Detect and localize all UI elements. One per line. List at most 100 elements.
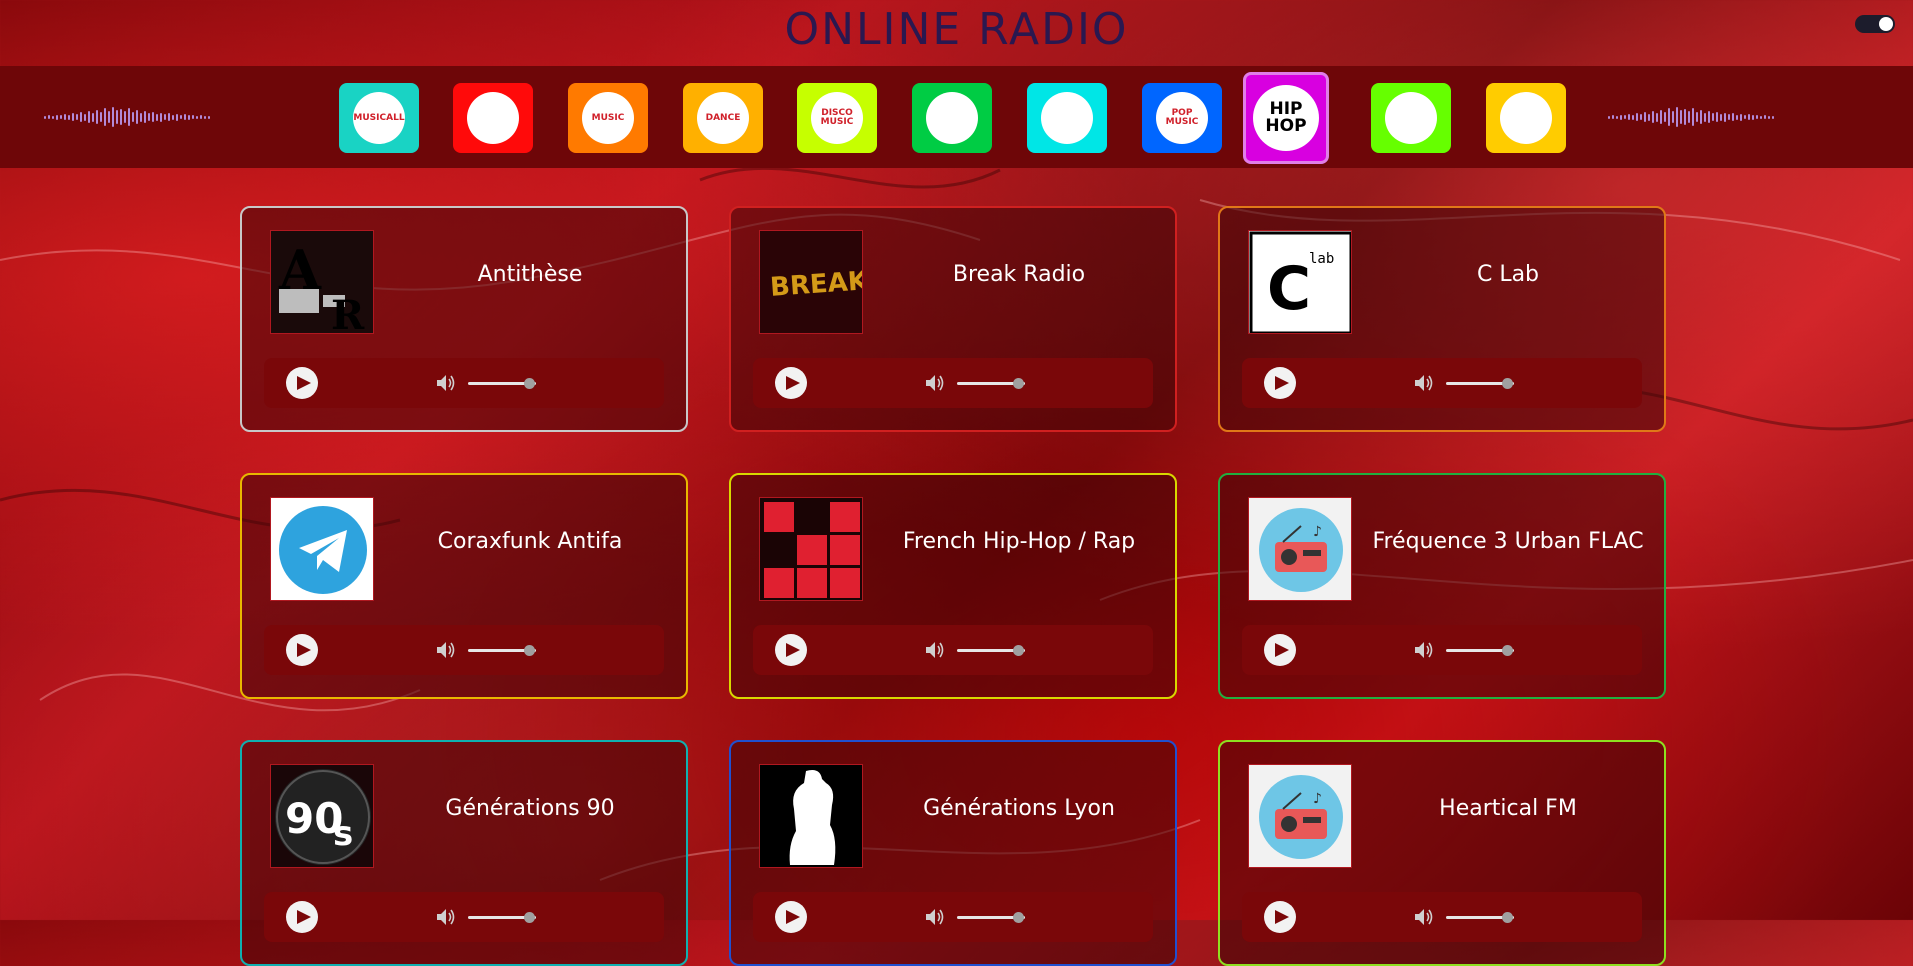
play-icon bbox=[785, 910, 800, 924]
volume-icon[interactable] bbox=[925, 908, 945, 926]
electro-logo-icon bbox=[926, 92, 978, 144]
hiphop-logo-icon: HIP HOP bbox=[1253, 85, 1319, 151]
volume-slider[interactable] bbox=[1446, 645, 1514, 656]
audio-player bbox=[753, 892, 1153, 942]
telegram-logo-icon bbox=[270, 497, 374, 601]
play-button[interactable] bbox=[775, 901, 807, 933]
volume-icon[interactable] bbox=[925, 374, 945, 392]
genre-tile-dance[interactable]: DANCE bbox=[683, 83, 763, 153]
volume-slider-thumb[interactable] bbox=[1012, 378, 1024, 389]
pop-logo-icon: POP MUSIC bbox=[1156, 92, 1208, 144]
play-icon bbox=[785, 643, 800, 657]
volume-slider-thumb[interactable] bbox=[1012, 912, 1024, 923]
audio-player bbox=[1242, 892, 1642, 942]
volume-slider-thumb[interactable] bbox=[1501, 645, 1513, 656]
disco-logo-icon: DISCO MUSIC bbox=[811, 92, 863, 144]
genre-tile-pop[interactable]: POP MUSIC bbox=[1142, 83, 1222, 153]
station-name: Fréquence 3 Urban FLAC bbox=[1372, 529, 1644, 554]
volume-icon[interactable] bbox=[436, 374, 456, 392]
volume-slider[interactable] bbox=[957, 645, 1025, 656]
audio-wave-icon bbox=[44, 105, 210, 129]
play-icon bbox=[1274, 643, 1289, 657]
volume-icon[interactable] bbox=[925, 641, 945, 659]
svg-text:BREAK: BREAK bbox=[769, 266, 863, 303]
clab-logo-icon: Clab bbox=[1248, 230, 1352, 334]
volume-slider-thumb[interactable] bbox=[523, 645, 535, 656]
volume-slider-thumb[interactable] bbox=[1501, 912, 1513, 923]
genre-tile-music[interactable]: MUSIC bbox=[568, 83, 648, 153]
station-name: Antithèse bbox=[477, 262, 583, 287]
play-button[interactable] bbox=[286, 901, 318, 933]
audio-player bbox=[264, 358, 664, 408]
station-card[interactable]: Clab C Lab bbox=[1218, 206, 1666, 432]
genre-tile-podcast[interactable] bbox=[1486, 83, 1566, 153]
music-logo-icon: MUSIC bbox=[582, 92, 634, 144]
station-card[interactable]: French Hip-Hop / Rap bbox=[729, 473, 1177, 699]
station-card[interactable]: A R Antithèse bbox=[240, 206, 688, 432]
volume-icon[interactable] bbox=[436, 641, 456, 659]
genre-tile-musicall[interactable]: MUSICALL bbox=[339, 83, 419, 153]
audio-player bbox=[753, 625, 1153, 675]
genre-tile-hiphop[interactable]: HIP HOP bbox=[1243, 72, 1329, 164]
svg-text:C: C bbox=[1267, 254, 1311, 324]
play-button[interactable] bbox=[775, 634, 807, 666]
station-name: Générations Lyon bbox=[923, 796, 1115, 821]
play-icon bbox=[1274, 376, 1289, 390]
play-icon bbox=[296, 643, 311, 657]
audio-player bbox=[753, 358, 1153, 408]
station-card[interactable]: ♪ Fréquence 3 Urban FLAC bbox=[1218, 473, 1666, 699]
volume-icon[interactable] bbox=[1414, 908, 1434, 926]
play-button[interactable] bbox=[775, 367, 807, 399]
volume-slider[interactable] bbox=[1446, 912, 1514, 923]
play-button[interactable] bbox=[286, 634, 318, 666]
station-card[interactable]: Coraxfunk Antifa bbox=[240, 473, 688, 699]
volume-slider[interactable] bbox=[468, 378, 536, 389]
volume-slider[interactable] bbox=[957, 912, 1025, 923]
station-name: C Lab bbox=[1476, 262, 1540, 287]
page-title: ONLINE RADIO bbox=[784, 4, 1129, 55]
silhouette-logo-icon bbox=[759, 764, 863, 868]
chill-logo-icon bbox=[1041, 92, 1093, 144]
play-button[interactable] bbox=[1264, 901, 1296, 933]
svg-text:♪: ♪ bbox=[1313, 791, 1322, 807]
play-icon bbox=[785, 376, 800, 390]
play-button[interactable] bbox=[1264, 367, 1296, 399]
station-name: Break Radio bbox=[952, 262, 1086, 287]
volume-icon[interactable] bbox=[436, 908, 456, 926]
volume-slider[interactable] bbox=[468, 645, 536, 656]
audio-player bbox=[264, 625, 664, 675]
station-card[interactable]: Générations Lyon bbox=[729, 740, 1177, 966]
genre-tile-retro[interactable] bbox=[1371, 83, 1451, 153]
genre-tile-chill[interactable] bbox=[1027, 83, 1107, 153]
volume-slider[interactable] bbox=[468, 912, 536, 923]
ar-logo-icon: AR bbox=[270, 230, 374, 334]
play-button[interactable] bbox=[286, 367, 318, 399]
genre-tile-electro[interactable] bbox=[912, 83, 992, 153]
audio-wave-icon bbox=[1608, 105, 1774, 129]
play-icon bbox=[296, 910, 311, 924]
audio-player bbox=[264, 892, 664, 942]
volume-slider[interactable] bbox=[1446, 378, 1514, 389]
genre-tile-disco[interactable]: DISCO MUSIC bbox=[797, 83, 877, 153]
station-card[interactable]: ♪ Heartical FM bbox=[1218, 740, 1666, 966]
svg-text:lab: lab bbox=[1309, 251, 1334, 267]
station-name: Coraxfunk Antifa bbox=[437, 529, 623, 554]
theme-toggle[interactable] bbox=[1855, 15, 1895, 33]
toggle-knob bbox=[1879, 17, 1893, 31]
radio-logo-icon: ♪ bbox=[1248, 764, 1352, 868]
volume-icon[interactable] bbox=[1414, 374, 1434, 392]
station-card[interactable]: BREAK Break Radio bbox=[729, 206, 1177, 432]
volume-slider-thumb[interactable] bbox=[1012, 645, 1024, 656]
genre-tile-rock[interactable] bbox=[453, 83, 533, 153]
play-button[interactable] bbox=[1264, 634, 1296, 666]
station-name: Générations 90 bbox=[445, 796, 615, 821]
svg-text:R: R bbox=[331, 292, 365, 334]
volume-slider[interactable] bbox=[957, 378, 1025, 389]
volume-slider-thumb[interactable] bbox=[523, 378, 535, 389]
volume-slider-thumb[interactable] bbox=[1501, 378, 1513, 389]
station-card[interactable]: 90 s Générations 90 bbox=[240, 740, 688, 966]
volume-icon[interactable] bbox=[1414, 641, 1434, 659]
play-icon bbox=[1274, 910, 1289, 924]
radio-logo-icon: ♪ bbox=[1248, 497, 1352, 601]
volume-slider-thumb[interactable] bbox=[523, 912, 535, 923]
